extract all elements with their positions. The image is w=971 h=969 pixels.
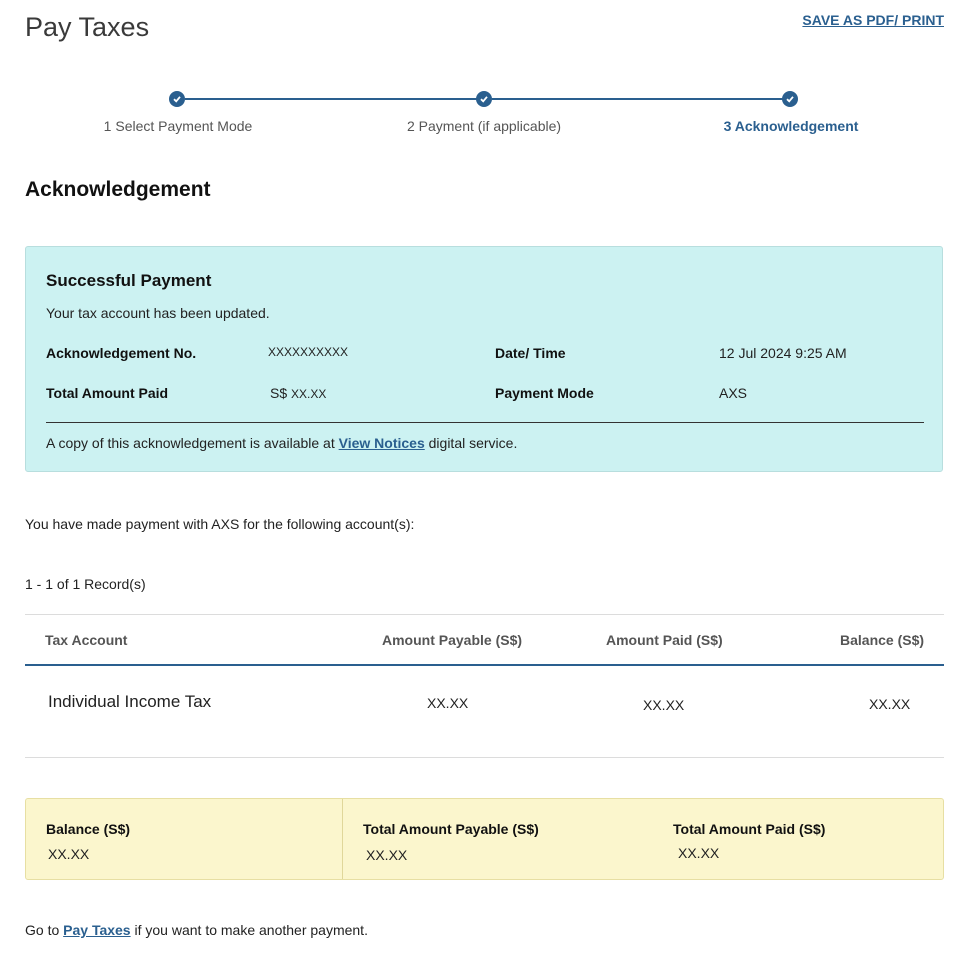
summary-paid-value: XX.XX	[678, 845, 720, 861]
save-as-pdf-print-link[interactable]: SAVE AS PDF/ PRINT	[802, 12, 944, 28]
step-1-label: 1 Select Payment Mode	[103, 118, 253, 134]
col-header-tax-account: Tax Account	[45, 632, 128, 648]
note-prefix: A copy of this acknowledgement is availa…	[46, 435, 335, 451]
success-divider	[46, 422, 924, 423]
step-3-check-icon	[782, 91, 798, 107]
cell-tax-account: Individual Income Tax	[48, 692, 212, 711]
summary-payable-value: XX.XX	[366, 847, 408, 863]
step-2-label: 2 Payment (if applicable)	[406, 118, 562, 134]
footer-suffix: if you want to make another payment.	[134, 922, 368, 938]
footer-prefix: Go to	[25, 922, 60, 938]
footer-text: Go to Pay Taxes if you want to make anot…	[25, 922, 368, 938]
col-header-amount-paid: Amount Paid (S$)	[606, 632, 723, 648]
total-paid-currency: S$	[270, 385, 288, 401]
total-paid-value: S$ XX.XX	[270, 385, 326, 401]
section-heading: Acknowledgement	[25, 178, 211, 201]
summary-panel: Balance (S$) XX.XX Total Amount Payable …	[25, 798, 944, 880]
success-title: Successful Payment	[46, 271, 212, 290]
summary-balance-value: XX.XX	[48, 846, 90, 862]
payment-mode-value: AXS	[719, 385, 748, 401]
payment-mode-label: Payment Mode	[495, 385, 594, 401]
step-3-label: 3 Acknowledgement	[723, 118, 859, 134]
step-2-check-icon	[476, 91, 492, 107]
pay-taxes-link[interactable]: Pay Taxes	[63, 922, 130, 938]
stepper-line-1	[185, 98, 477, 100]
total-paid-amount: XX.XX	[291, 387, 327, 401]
cell-amount-payable: XX.XX	[427, 695, 469, 711]
page-title: Pay Taxes	[25, 12, 150, 42]
payment-intro-text: You have made payment with AXS for the f…	[25, 516, 415, 532]
ack-no-value: XXXXXXXXXX	[268, 345, 349, 359]
table-header-underline	[25, 664, 944, 666]
success-note: A copy of this acknowledgement is availa…	[46, 435, 517, 451]
table-top-border	[25, 614, 944, 615]
datetime-label: Date/ Time	[495, 345, 566, 361]
summary-payable-label: Total Amount Payable (S$)	[363, 821, 539, 837]
total-paid-label: Total Amount Paid	[46, 385, 169, 401]
summary-balance-label: Balance (S$)	[46, 821, 131, 837]
success-panel: Successful Payment Your tax account has …	[25, 246, 943, 472]
col-header-amount-payable: Amount Payable (S$)	[382, 632, 523, 648]
summary-divider	[342, 799, 343, 879]
cell-amount-paid: XX.XX	[643, 697, 685, 713]
cell-balance: XX.XX	[869, 696, 911, 712]
note-suffix: digital service.	[428, 435, 518, 451]
table-bottom-border	[25, 757, 944, 758]
stepper-line-2	[492, 98, 784, 100]
ack-no-label: Acknowledgement No.	[46, 345, 197, 361]
summary-paid-label: Total Amount Paid (S$)	[673, 821, 826, 837]
success-subtitle: Your tax account has been updated.	[46, 305, 270, 321]
col-header-balance: Balance (S$)	[840, 632, 925, 648]
records-count: 1 - 1 of 1 Record(s)	[25, 576, 146, 592]
step-1-check-icon	[169, 91, 185, 107]
datetime-value: 12 Jul 2024 9:25 AM	[719, 345, 847, 361]
view-notices-link[interactable]: View Notices	[339, 435, 425, 451]
